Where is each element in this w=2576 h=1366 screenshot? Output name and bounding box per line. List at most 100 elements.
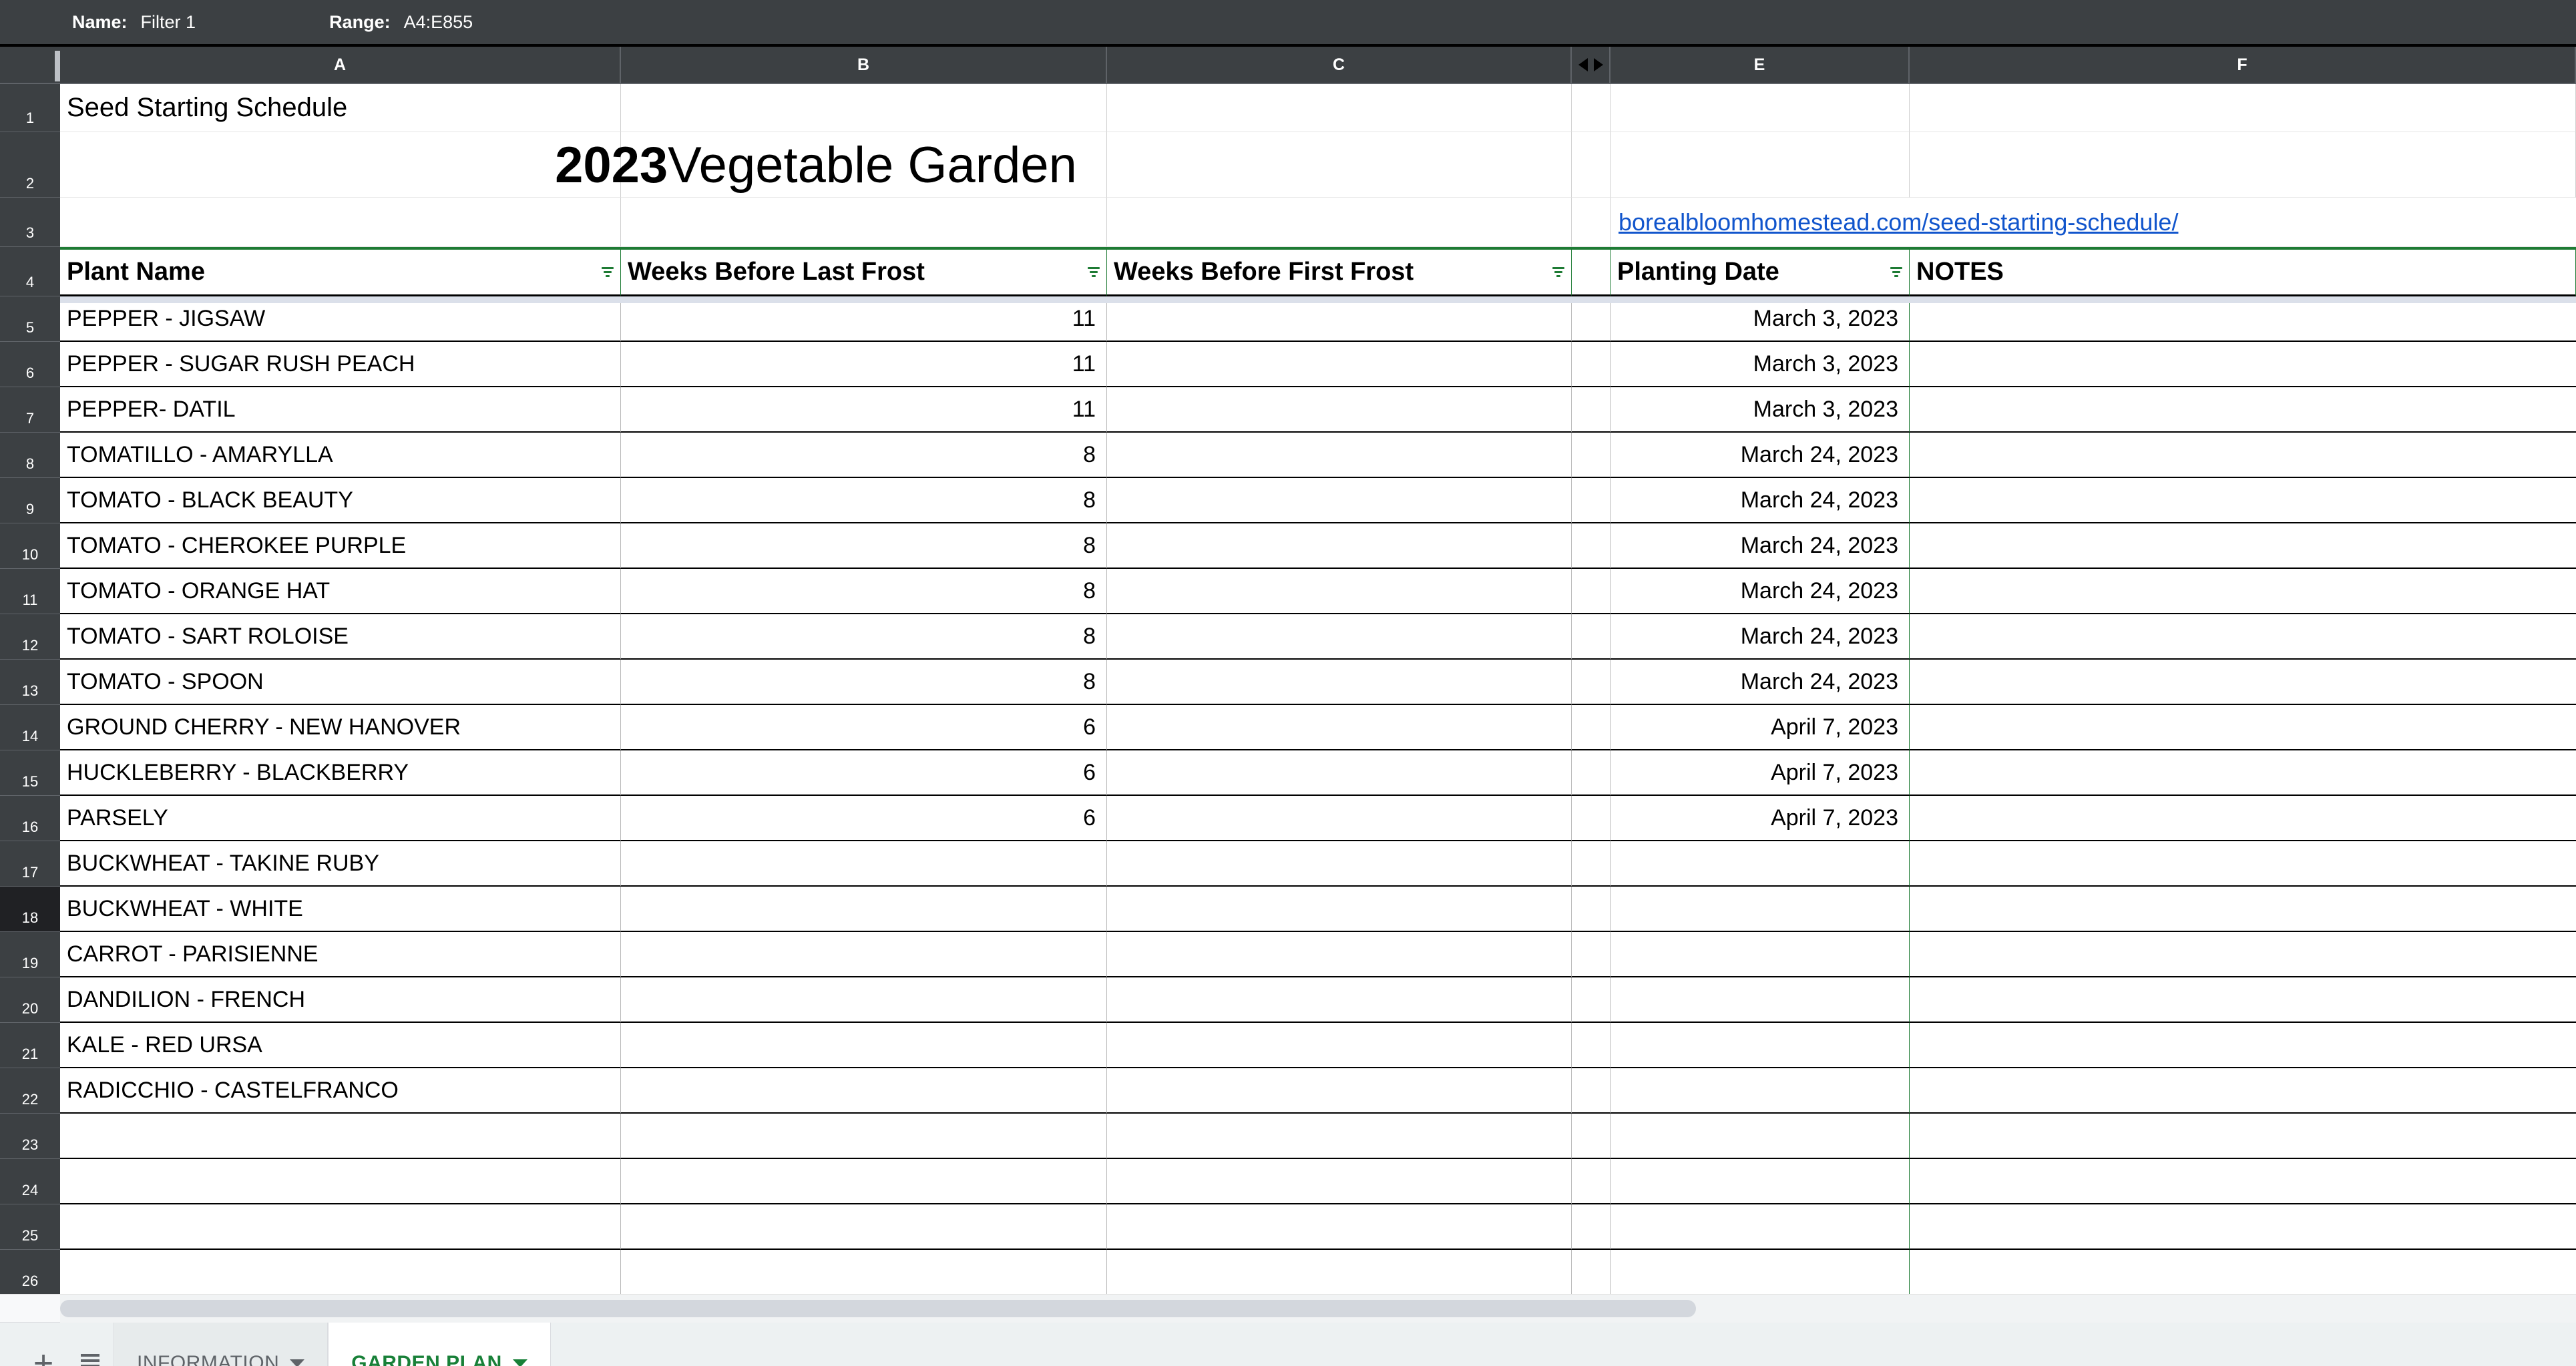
cell-hidden-column[interactable] [1572,614,1611,660]
cell-weeks-before-first-frost[interactable] [1107,977,1572,1023]
cell-plant-name[interactable]: GROUND CHERRY - NEW HANOVER [60,705,621,750]
cell-weeks-before-last-frost[interactable] [621,1250,1107,1294]
cell-e2[interactable] [1611,132,1910,198]
row-header-9[interactable]: 9 [0,478,60,523]
cell-weeks-before-last-frost[interactable] [621,1114,1107,1159]
cell-planting-date[interactable]: April 7, 2023 [1611,705,1910,750]
cell-weeks-before-first-frost[interactable] [1107,1250,1572,1294]
row-header-15[interactable]: 15 [0,750,60,796]
add-sheet-button[interactable]: + [20,1323,67,1366]
cell-notes[interactable] [1910,387,2576,433]
cell-hidden-column[interactable] [1572,977,1611,1023]
row-header-24[interactable]: 24 [0,1159,60,1204]
row-header-26[interactable]: 26 [0,1250,60,1294]
cell-c2[interactable] [1107,132,1572,198]
cell-weeks-before-first-frost[interactable] [1107,569,1572,614]
column-header-a[interactable]: A [60,47,621,83]
cell-planting-date[interactable] [1611,1114,1910,1159]
cell-notes[interactable] [1910,796,2576,841]
cell-planting-date[interactable]: March 3, 2023 [1611,342,1910,387]
cell-weeks-before-first-frost[interactable] [1107,1159,1572,1204]
header-cell-hidden-column[interactable] [1572,247,1611,296]
cell-plant-name[interactable]: TOMATO - SART ROLOISE [60,614,621,660]
cell-planting-date[interactable]: March 24, 2023 [1611,569,1910,614]
column-header-f[interactable]: F [1910,47,2576,83]
cell-planting-date[interactable]: March 24, 2023 [1611,523,1910,569]
cell-weeks-before-last-frost[interactable]: 6 [621,750,1107,796]
cell-weeks-before-last-frost[interactable] [621,841,1107,887]
cell-notes[interactable] [1910,1204,2576,1250]
cell-plant-name[interactable]: TOMATO - CHEROKEE PURPLE [60,523,621,569]
cell-hidden-column[interactable] [1572,660,1611,705]
cell-plant-name[interactable]: PEPPER - JIGSAW [60,296,621,342]
cell-notes[interactable] [1910,887,2576,932]
cell-notes[interactable] [1910,614,2576,660]
cell-weeks-before-last-frost[interactable]: 11 [621,342,1107,387]
cell-d2[interactable] [1572,132,1611,198]
row-header-13[interactable]: 13 [0,660,60,705]
sheet-tab-garden-plan[interactable]: GARDEN PLAN [328,1323,551,1366]
cell-weeks-before-last-frost[interactable]: 8 [621,614,1107,660]
filter-icon-plant-name[interactable] [602,267,614,277]
cell-planting-date[interactable] [1611,1204,1910,1250]
cell-plant-name[interactable]: KALE - RED URSA [60,1023,621,1068]
cell-plant-name[interactable]: PARSELY [60,796,621,841]
cell-weeks-before-last-frost[interactable]: 8 [621,523,1107,569]
cell-notes[interactable] [1910,932,2576,977]
row-header-5[interactable]: 5 [0,296,60,342]
cell-plant-name[interactable]: DANDILION - FRENCH [60,977,621,1023]
cell-hidden-column[interactable] [1572,387,1611,433]
cell-weeks-before-first-frost[interactable] [1107,523,1572,569]
cell-weeks-before-last-frost[interactable] [621,1068,1107,1114]
row-header-23[interactable]: 23 [0,1114,60,1159]
cell-weeks-before-last-frost[interactable]: 11 [621,296,1107,342]
cell-hidden-column[interactable] [1572,887,1611,932]
cell-d1[interactable] [1572,84,1611,132]
cell-planting-date[interactable]: March 24, 2023 [1611,660,1910,705]
cell-planting-date[interactable]: March 24, 2023 [1611,614,1910,660]
cell-c1[interactable] [1107,84,1572,132]
cell-hidden-column[interactable] [1572,296,1611,342]
cell-plant-name[interactable]: TOMATILLO - AMARYLLA [60,433,621,478]
cell-b2[interactable] [621,132,1107,198]
cell-hidden-column[interactable] [1572,1068,1611,1114]
horizontal-scrollbar-thumb[interactable] [60,1299,1696,1317]
horizontal-scrollbar-track[interactable] [60,1294,2576,1323]
row-header-12[interactable]: 12 [0,614,60,660]
cell-notes[interactable] [1910,705,2576,750]
cell-weeks-before-last-frost[interactable]: 11 [621,387,1107,433]
cell-plant-name[interactable]: TOMATO - BLACK BEAUTY [60,478,621,523]
cell-hidden-column[interactable] [1572,841,1611,887]
cell-hidden-column[interactable] [1572,569,1611,614]
filter-icon-planting-date[interactable] [1890,267,1902,277]
cell-notes[interactable] [1910,1068,2576,1114]
all-sheets-menu-button[interactable] [67,1323,114,1366]
cell-planting-date[interactable] [1611,1068,1910,1114]
select-all-corner[interactable] [0,47,60,83]
cell-plant-name[interactable] [60,1204,621,1250]
cell-weeks-before-first-frost[interactable] [1107,433,1572,478]
cell-hidden-column[interactable] [1572,705,1611,750]
cell-weeks-before-first-frost[interactable] [1107,296,1572,342]
cell-hidden-column[interactable] [1572,750,1611,796]
cell-notes[interactable] [1910,841,2576,887]
cell-plant-name[interactable] [60,1114,621,1159]
cell-hidden-column[interactable] [1572,932,1611,977]
row-header-17[interactable]: 17 [0,841,60,887]
cell-planting-date[interactable] [1611,1250,1910,1294]
cell-planting-date[interactable] [1611,932,1910,977]
cell-weeks-before-last-frost[interactable]: 8 [621,569,1107,614]
cell-planting-date[interactable]: April 7, 2023 [1611,750,1910,796]
cell-weeks-before-last-frost[interactable] [621,1204,1107,1250]
cell-hidden-column[interactable] [1572,478,1611,523]
cell-weeks-before-last-frost[interactable] [621,1159,1107,1204]
cell-notes[interactable] [1910,342,2576,387]
cell-b3[interactable] [621,198,1107,247]
row-header-4[interactable]: 4 [0,247,60,296]
row-header-19[interactable]: 19 [0,932,60,977]
filter-icon-weeks-before-last-frost[interactable] [1088,267,1100,277]
cell-notes[interactable] [1910,750,2576,796]
row-header-6[interactable]: 6 [0,342,60,387]
cell-weeks-before-first-frost[interactable] [1107,750,1572,796]
cell-weeks-before-first-frost[interactable] [1107,660,1572,705]
